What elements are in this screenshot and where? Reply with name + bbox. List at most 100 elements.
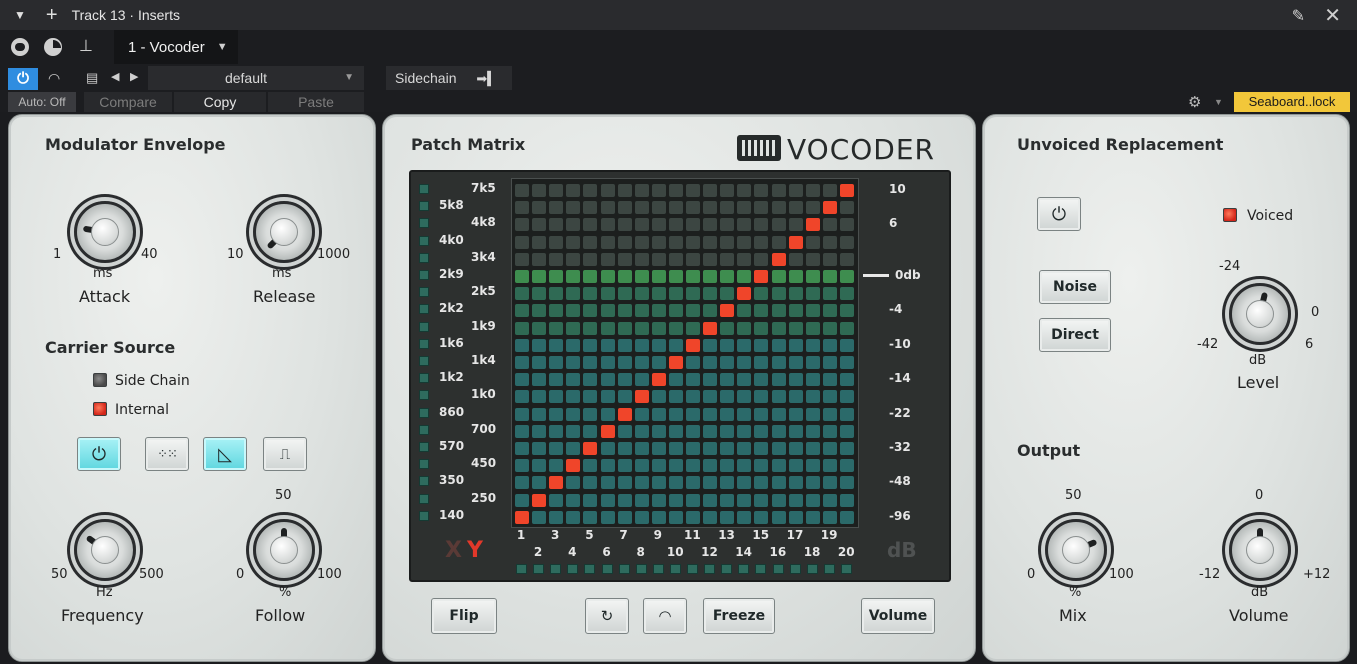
- matrix-cell[interactable]: [822, 407, 837, 421]
- matrix-cell[interactable]: [634, 476, 649, 490]
- matrix-cell[interactable]: [754, 407, 769, 421]
- flip-button[interactable]: Flip: [431, 598, 497, 634]
- matrix-cell[interactable]: [668, 338, 683, 352]
- matrix-cell[interactable]: [566, 476, 581, 490]
- matrix-cell[interactable]: [549, 442, 564, 455]
- matrix-cell[interactable]: [703, 442, 718, 455]
- matrix-cell[interactable]: [822, 218, 837, 232]
- matrix-cell[interactable]: [839, 442, 854, 455]
- row-led[interactable]: [419, 493, 429, 504]
- matrix-cell[interactable]: [515, 304, 529, 318]
- matrix-cell[interactable]: [805, 459, 820, 473]
- matrix-cell[interactable]: [532, 459, 547, 473]
- matrix-cell[interactable]: [583, 321, 598, 335]
- row-led[interactable]: [419, 407, 429, 418]
- matrix-cell[interactable]: [839, 424, 854, 438]
- matrix-cell[interactable]: [634, 407, 649, 421]
- volume-button[interactable]: Volume: [861, 598, 935, 634]
- matrix-cell[interactable]: [668, 270, 683, 283]
- output-volume-knob[interactable]: [1229, 519, 1291, 581]
- matrix-cell[interactable]: [549, 270, 564, 283]
- matrix-cell[interactable]: [515, 356, 529, 369]
- matrix-cell[interactable]: [720, 476, 735, 490]
- matrix-cell[interactable]: [515, 459, 529, 473]
- column-led[interactable]: [550, 564, 562, 574]
- matrix-cell[interactable]: [668, 407, 683, 421]
- matrix-cell[interactable]: [703, 476, 718, 490]
- matrix-cell[interactable]: [754, 201, 769, 215]
- matrix-cell[interactable]: [532, 373, 547, 387]
- column-led[interactable]: [806, 564, 818, 574]
- column-led[interactable]: [567, 564, 579, 574]
- matrix-cell[interactable]: [788, 493, 803, 507]
- matrix-cell[interactable]: [566, 235, 581, 249]
- chevron-down-icon[interactable]: ▼: [217, 41, 228, 53]
- direct-button[interactable]: Direct: [1039, 318, 1111, 352]
- column-led[interactable]: [687, 564, 698, 574]
- matrix-cell[interactable]: [788, 201, 803, 215]
- column-led[interactable]: [652, 564, 664, 574]
- matrix-cell[interactable]: [703, 407, 718, 421]
- matrix-cell[interactable]: [805, 442, 820, 455]
- matrix-cell[interactable]: [839, 235, 854, 249]
- matrix-cell[interactable]: [839, 493, 854, 507]
- matrix-cell[interactable]: [822, 184, 837, 197]
- column-led[interactable]: [584, 564, 596, 574]
- matrix-cell[interactable]: [754, 218, 769, 232]
- matrix-cell[interactable]: [822, 270, 837, 283]
- matrix-cell[interactable]: [686, 459, 700, 473]
- matrix-cell[interactable]: [668, 373, 683, 387]
- row-led[interactable]: [419, 270, 429, 280]
- matrix-cell[interactable]: [583, 270, 598, 283]
- matrix-cell[interactable]: [771, 493, 786, 507]
- matrix-cell[interactable]: [549, 201, 564, 215]
- matrix-cell[interactable]: [668, 442, 683, 455]
- matrix-cell[interactable]: [788, 287, 803, 301]
- matrix-cell[interactable]: [805, 390, 820, 404]
- matrix-cell[interactable]: [822, 424, 837, 438]
- matrix-cell[interactable]: [515, 184, 529, 197]
- matrix-cell[interactable]: [600, 270, 615, 283]
- row-led[interactable]: [419, 304, 429, 315]
- matrix-cell[interactable]: [822, 287, 837, 301]
- matrix-cell[interactable]: [634, 218, 649, 232]
- matrix-cell[interactable]: [532, 218, 547, 232]
- matrix-cell[interactable]: [532, 407, 547, 421]
- matrix-cell[interactable]: [771, 304, 786, 318]
- matrix-cell[interactable]: [617, 184, 632, 197]
- instance-tab[interactable]: 1 - Vocoder ▼: [114, 30, 238, 64]
- matrix-cell[interactable]: [515, 270, 529, 283]
- collapse-arrow-icon[interactable]: ▼: [14, 8, 26, 22]
- matrix-cell[interactable]: [788, 510, 803, 524]
- matrix-cell[interactable]: [634, 270, 649, 283]
- matrix-cell[interactable]: [754, 442, 769, 455]
- matrix-cell[interactable]: [686, 390, 700, 404]
- column-led[interactable]: [601, 564, 613, 574]
- matrix-cell[interactable]: [703, 218, 718, 232]
- matrix-cell[interactable]: [600, 252, 615, 266]
- matrix-cell[interactable]: [720, 356, 735, 369]
- matrix-cell[interactable]: [754, 338, 769, 352]
- matrix-cell[interactable]: [720, 184, 735, 197]
- matrix-cell[interactable]: [600, 356, 615, 369]
- matrix-cell[interactable]: [686, 407, 700, 421]
- matrix-cell[interactable]: [617, 390, 632, 404]
- matrix-cell[interactable]: [617, 218, 632, 232]
- matrix-cell[interactable]: [634, 390, 649, 404]
- matrix-cell[interactable]: [668, 304, 683, 318]
- matrix-cell[interactable]: [515, 424, 529, 438]
- matrix-cell[interactable]: [549, 493, 564, 507]
- matrix-cell[interactable]: [754, 252, 769, 266]
- row-led[interactable]: [419, 510, 429, 521]
- matrix-cell[interactable]: [566, 407, 581, 421]
- matrix-cell[interactable]: [600, 373, 615, 387]
- matrix-cell[interactable]: [720, 493, 735, 507]
- matrix-cell[interactable]: [703, 252, 718, 266]
- matrix-cell[interactable]: [737, 493, 752, 507]
- matrix-cell[interactable]: [737, 304, 752, 318]
- matrix-cell[interactable]: [634, 338, 649, 352]
- next-preset-icon[interactable]: ▶: [130, 70, 138, 83]
- matrix-cell[interactable]: [703, 338, 718, 352]
- matrix-cell[interactable]: [668, 390, 683, 404]
- matrix-cell[interactable]: [634, 287, 649, 301]
